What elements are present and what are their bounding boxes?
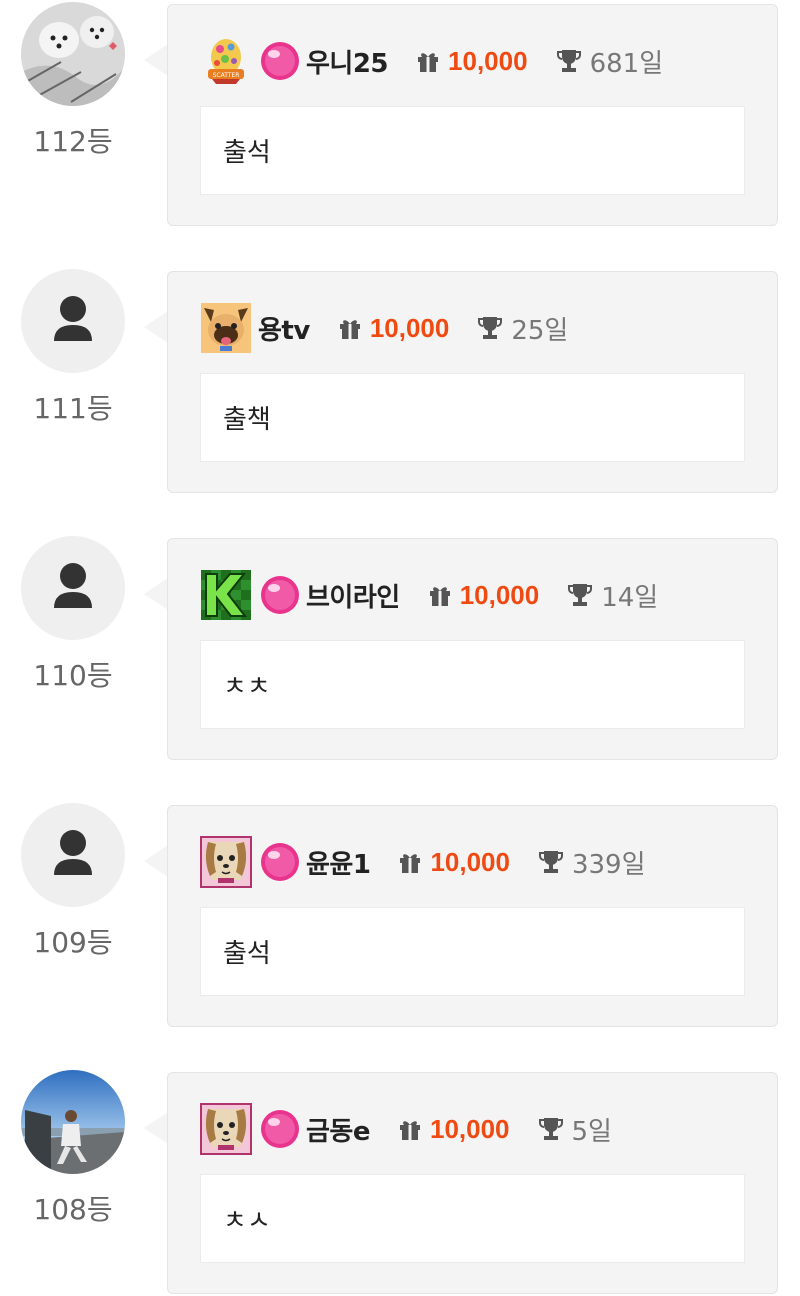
rank-label: 109등 xyxy=(33,926,113,959)
speech-bubble-tail xyxy=(144,578,168,610)
dog-badge-icon xyxy=(200,1103,252,1155)
rank-label: 112등 xyxy=(33,125,113,158)
candy-icon xyxy=(261,42,299,80)
gift-amount: 10,000 xyxy=(448,45,528,76)
candy-icon xyxy=(261,576,299,614)
avatar[interactable] xyxy=(21,803,125,907)
comment-entry: 110등 브이라인 10,000 14일 ㅊㅊ xyxy=(0,536,800,762)
nickname[interactable]: 브이라인 xyxy=(306,577,400,614)
comment-card: 금동e 10,000 5일 ㅊㅅ xyxy=(167,1072,778,1294)
trophy-icon xyxy=(538,851,563,873)
user-silhouette-icon xyxy=(54,563,92,608)
comment-card: SCATTER 우니25 10,000 681일 출석 xyxy=(167,4,778,226)
gift-icon xyxy=(399,1121,420,1140)
comment-message: ㅊㅊ xyxy=(200,640,745,729)
avatar-photo-person xyxy=(21,1070,125,1174)
comment-meta: 윤윤1 10,000 339일 xyxy=(200,836,646,888)
gift-icon xyxy=(339,320,360,339)
rank-label: 111등 xyxy=(33,392,113,425)
gift-icon xyxy=(418,53,439,72)
k-badge-icon xyxy=(201,570,251,620)
rank-label: 108등 xyxy=(33,1193,113,1226)
comment-message: 출책 xyxy=(200,373,745,462)
attendance-days: 5일 xyxy=(571,1116,612,1147)
gift-amount: 10,000 xyxy=(429,1113,510,1144)
trophy-icon xyxy=(538,1118,563,1140)
attendance-days: 339일 xyxy=(571,849,646,880)
comment-message: 출석 xyxy=(200,106,745,195)
comment-message: ㅊㅅ xyxy=(200,1174,745,1263)
comment-entry: 108등 금동e 10,000 5일 ㅊㅅ xyxy=(0,1070,800,1296)
comment-card: 용tv 10,000 25일 출책 xyxy=(167,271,778,493)
avatar-photo-dogs xyxy=(21,2,125,106)
nickname[interactable]: 금동e xyxy=(306,1111,370,1148)
nickname[interactable]: 용tv xyxy=(258,310,310,347)
gift-amount: 10,000 xyxy=(430,846,510,877)
gift-amount: 10,000 xyxy=(459,579,540,610)
pug-badge-icon xyxy=(201,303,251,353)
speech-bubble-tail xyxy=(144,845,168,877)
comment-card: 윤윤1 10,000 339일 출석 xyxy=(167,805,778,1027)
egg-badge-icon: SCATTER xyxy=(208,39,244,84)
avatar[interactable] xyxy=(21,536,125,640)
candy-icon xyxy=(261,1110,299,1148)
avatar[interactable] xyxy=(21,1070,125,1174)
speech-bubble-tail xyxy=(144,44,168,76)
avatar[interactable] xyxy=(21,2,125,106)
attendance-days: 25일 xyxy=(511,315,569,346)
speech-bubble-tail xyxy=(144,1112,168,1144)
dog-badge-icon xyxy=(200,836,252,888)
comment-meta: SCATTER 우니25 10,000 681일 xyxy=(200,35,663,87)
trophy-icon xyxy=(478,317,503,339)
comment-message: 출석 xyxy=(200,907,745,996)
svg-text:SCATTER: SCATTER xyxy=(213,72,240,79)
attendance-days: 681일 xyxy=(589,48,664,79)
gift-icon xyxy=(400,854,421,873)
attendance-days: 14일 xyxy=(601,582,659,613)
gift-icon xyxy=(429,587,450,606)
comment-entry: 112등 SCATTER 우니25 10,000 681일 출석 xyxy=(0,2,800,228)
rank-label: 110등 xyxy=(33,659,113,692)
comment-entry: 111등 용tv 10,000 25일 출책 xyxy=(0,269,800,495)
comment-card: 브이라인 10,000 14일 ㅊㅊ xyxy=(167,538,778,760)
comment-meta: 브이라인 10,000 14일 xyxy=(200,569,658,621)
user-silhouette-icon xyxy=(54,830,92,875)
candy-icon xyxy=(261,843,299,881)
nickname[interactable]: 윤윤1 xyxy=(306,844,371,881)
nickname[interactable]: 우니25 xyxy=(306,43,389,80)
trophy-icon xyxy=(556,50,581,72)
gift-amount: 10,000 xyxy=(369,312,450,343)
avatar[interactable] xyxy=(21,269,125,373)
comment-entry: 109등 윤윤1 10,000 339일 출석 xyxy=(0,803,800,1029)
user-silhouette-icon xyxy=(54,296,92,341)
trophy-icon xyxy=(568,584,593,606)
comment-meta: 용tv 10,000 25일 xyxy=(200,302,568,354)
comment-meta: 금동e 10,000 5일 xyxy=(200,1103,612,1155)
speech-bubble-tail xyxy=(144,311,168,343)
